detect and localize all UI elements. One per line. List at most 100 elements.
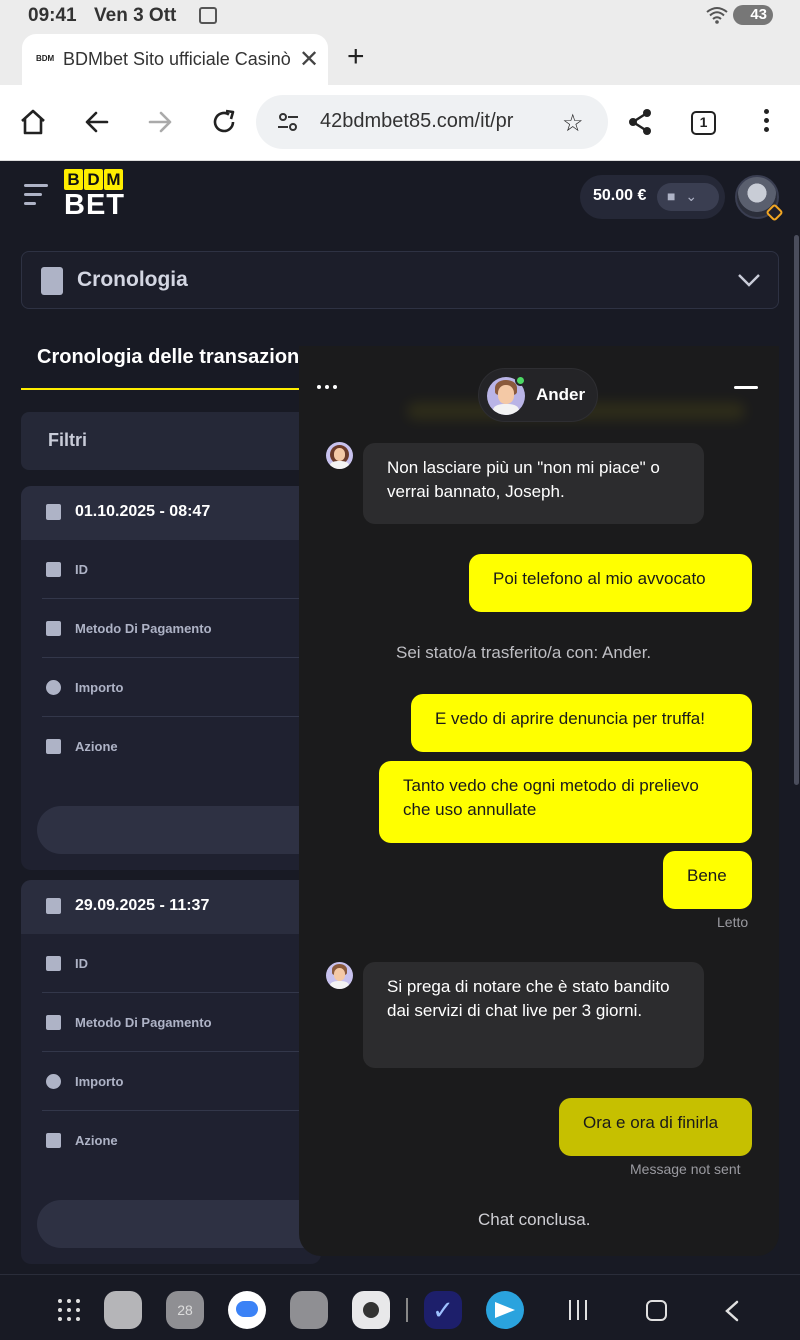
tab-title: BDMbet Sito ufficiale Casinò: [63, 49, 291, 69]
new-tab-button[interactable]: +: [347, 40, 365, 74]
balance-widget[interactable]: 50.00 € ■ ⌄: [580, 175, 725, 219]
transaction-action-button[interactable]: [37, 1200, 321, 1248]
filters-label: Filtri: [48, 430, 87, 450]
browser-toolbar: 42bdmbet85.com/it/pr ☆ 1: [0, 85, 800, 161]
tab-count-button[interactable]: 1: [691, 111, 716, 135]
messages-icon[interactable]: [228, 1291, 266, 1329]
telegram-icon[interactable]: [486, 1291, 524, 1329]
transaction-field: Azione: [42, 717, 321, 776]
apps-grid-icon[interactable]: [58, 1299, 80, 1321]
bdmbet-logo[interactable]: B D M BET: [64, 169, 125, 221]
system-message: Sei stato/a trasferito/a con: Ander.: [396, 643, 652, 662]
page-scrollbar[interactable]: [794, 235, 799, 785]
back-button[interactable]: [721, 1299, 743, 1323]
field-label: Azione: [75, 739, 118, 754]
transaction-field: Importo: [42, 658, 321, 717]
transaction-card: 29.09.2025 - 11:37 ID Metodo Di Pagament…: [21, 880, 321, 1264]
read-receipt: Letto: [717, 914, 749, 930]
bookmark-star-icon[interactable]: ☆: [562, 109, 584, 138]
transaction-action-button[interactable]: [37, 806, 321, 854]
agent-name: Ander: [536, 385, 586, 404]
calendar-icon[interactable]: 28: [166, 1291, 204, 1329]
filters-button[interactable]: Filtri: [21, 412, 311, 470]
chat-ended-notice: Chat conclusa.: [478, 1210, 591, 1229]
transaction-field: ID: [42, 540, 321, 599]
online-status-dot: [515, 375, 526, 386]
user-message: Bene: [663, 851, 752, 909]
logo-letter: B: [64, 169, 83, 190]
transaction-card: 01.10.2025 - 08:47 ID Metodo Di Pagament…: [21, 486, 321, 870]
card-icon: [46, 621, 61, 636]
logo-bet-text: BET: [64, 189, 125, 221]
more-options-icon[interactable]: [764, 109, 772, 136]
agent-avatar: [326, 962, 353, 989]
unsent-user-message[interactable]: Ora e ora di finirla: [559, 1098, 752, 1156]
back-icon[interactable]: [82, 107, 112, 137]
recents-button[interactable]: [569, 1300, 593, 1325]
status-bar: 09:41 Ven 3 Ott 43: [0, 0, 800, 32]
live-chat-window: Ander Non lasciare più un "non mi piace"…: [299, 346, 779, 1256]
reload-icon[interactable]: [209, 107, 239, 137]
tab-transaction-history[interactable]: Cronologia delle transazioni: [21, 346, 305, 390]
field-label: ID: [75, 956, 88, 971]
calendar-day: 28: [177, 1302, 193, 1318]
field-label: ID: [75, 562, 88, 577]
field-label: Importo: [75, 1074, 124, 1089]
home-icon[interactable]: [18, 107, 48, 137]
tab-close-icon[interactable]: ✕: [299, 45, 319, 74]
agent-avatar: [326, 442, 353, 469]
calendar-icon: [46, 504, 61, 520]
transaction-header: 29.09.2025 - 11:37: [21, 880, 321, 934]
card-icon: [46, 1015, 61, 1030]
transaction-field: Importo: [42, 1052, 321, 1111]
tab-label: Cronologia delle transazioni: [37, 346, 305, 368]
dock-separator: [406, 1298, 408, 1322]
site-settings-icon[interactable]: [276, 110, 300, 134]
clipboard-icon: [41, 267, 63, 295]
home-button[interactable]: [646, 1300, 667, 1321]
forward-icon[interactable]: [145, 107, 175, 137]
field-label: Importo: [75, 680, 124, 695]
field-label: Azione: [75, 1133, 118, 1148]
transaction-datetime: 29.09.2025 - 11:37: [75, 897, 210, 914]
user-message: Poi telefono al mio avvocato: [469, 554, 752, 612]
wifi-icon: [706, 7, 728, 24]
agent-badge: Ander: [478, 368, 598, 422]
hamburger-menu-icon[interactable]: [24, 184, 48, 211]
share-icon[interactable]: [625, 107, 655, 137]
chat-menu-icon[interactable]: [317, 376, 341, 394]
transaction-field: Metodo Di Pagamento: [42, 599, 321, 658]
user-message: E vedo di aprire denuncia per truffa!: [411, 694, 752, 752]
browser-tab[interactable]: BDM BDMbet Sito ufficiale Casinò ✕: [22, 34, 328, 85]
camera-icon[interactable]: [352, 1291, 390, 1329]
logo-letter: M: [104, 169, 123, 190]
chevron-down-icon: ⌄: [685, 188, 698, 204]
browser-tab-strip: BDM BDMbet Sito ufficiale Casinò ✕ +: [0, 32, 800, 85]
section-dropdown[interactable]: Cronologia: [21, 251, 779, 309]
logo-letter: D: [84, 169, 103, 190]
system-navigation-bar: 28 ✓: [0, 1274, 800, 1340]
coins-icon: [46, 1074, 61, 1089]
battery-level: 43: [750, 6, 767, 23]
gift-icon: ■: [667, 188, 676, 204]
tag-icon: [46, 739, 61, 754]
agent-message: Non lasciare più un "non mi piace" o ver…: [363, 443, 704, 524]
field-label: Metodo Di Pagamento: [75, 1015, 212, 1030]
tag-icon: [46, 1133, 61, 1148]
screenshot-icon: [199, 7, 217, 24]
agent-message: Si prega di notare che è stato bandito d…: [363, 962, 704, 1068]
tasks-icon[interactable]: ✓: [424, 1291, 462, 1329]
transaction-header: 01.10.2025 - 08:47: [21, 486, 321, 540]
address-bar[interactable]: 42bdmbet85.com/it/pr ☆: [256, 95, 608, 149]
document-icon: [46, 562, 61, 577]
bonus-dropdown[interactable]: ■ ⌄: [657, 183, 719, 211]
tab-favicon: BDM: [36, 54, 55, 63]
gallery-icon[interactable]: [290, 1291, 328, 1329]
minimize-chat-button[interactable]: [734, 386, 758, 389]
status-time: 09:41: [28, 5, 77, 26]
folder-icon[interactable]: [104, 1291, 142, 1329]
document-icon: [46, 956, 61, 971]
url-text[interactable]: 42bdmbet85.com/it/pr: [320, 110, 534, 133]
transaction-field: Metodo Di Pagamento: [42, 993, 321, 1052]
user-avatar[interactable]: [735, 175, 784, 222]
